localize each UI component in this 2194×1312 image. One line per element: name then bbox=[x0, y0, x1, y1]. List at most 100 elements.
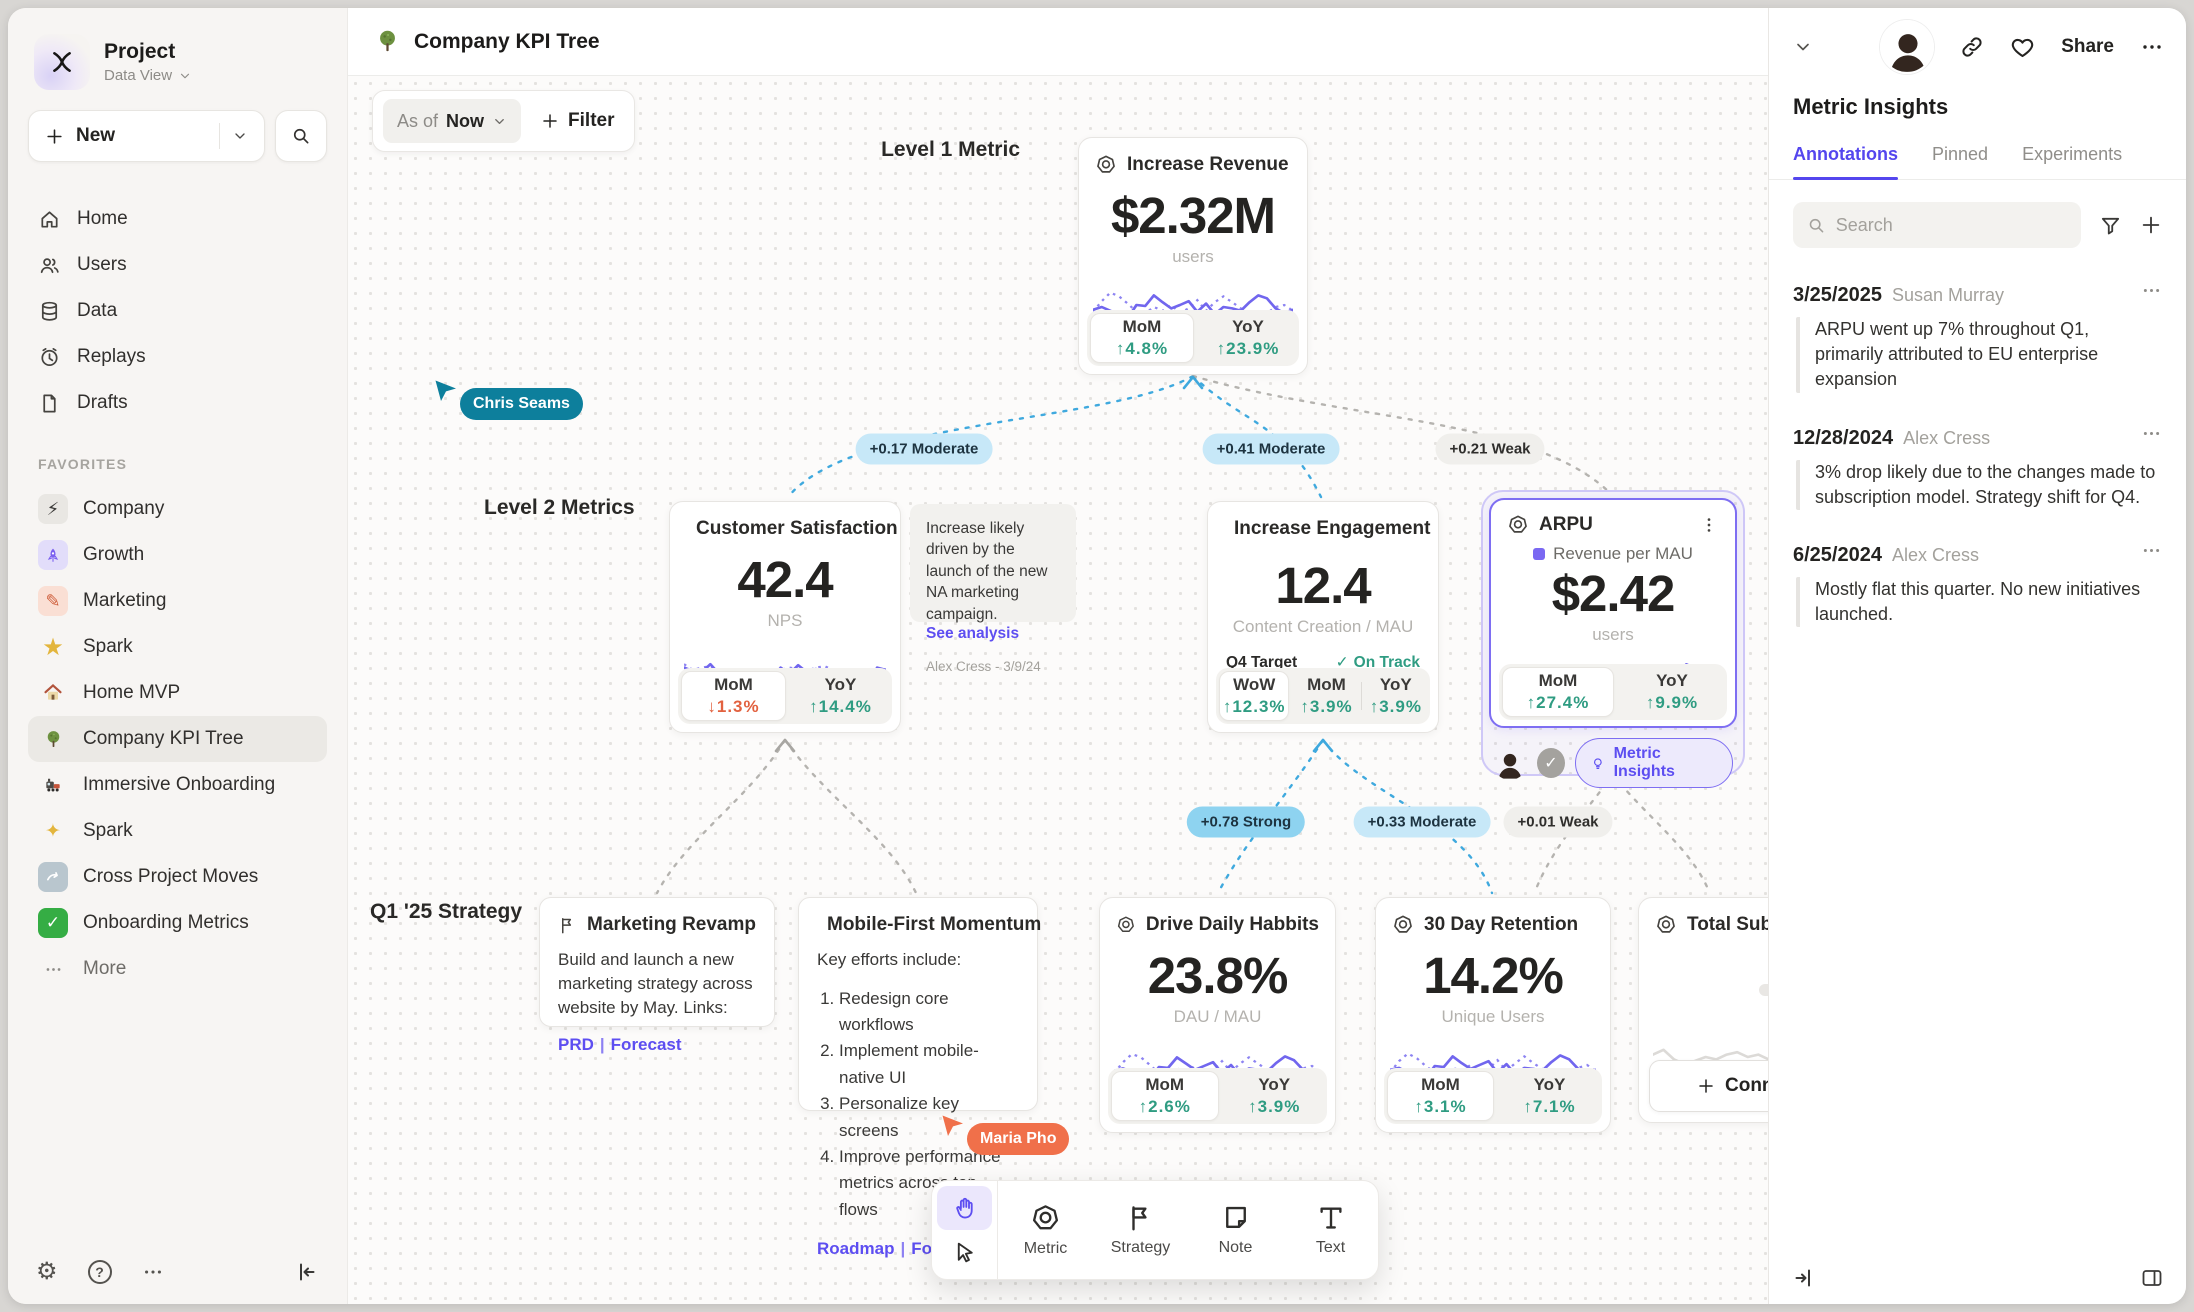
sidebar-item-label: Onboarding Metrics bbox=[83, 912, 249, 934]
connect-button[interactable]: Connect bbox=[1649, 1060, 1768, 1112]
more-options-icon[interactable] bbox=[142, 1261, 164, 1283]
metric-tool-button[interactable]: Metric bbox=[998, 1181, 1093, 1279]
collapse-panel-icon[interactable] bbox=[1791, 1266, 1815, 1290]
hand-tool-button[interactable] bbox=[937, 1186, 992, 1230]
annotations-list: 3/25/2025 Susan Murray ARPU went up 7% t… bbox=[1769, 256, 2186, 657]
sidebar-search-button[interactable] bbox=[275, 110, 327, 162]
user-avatar[interactable] bbox=[1880, 20, 1934, 74]
analysis-note[interactable]: Increase likely driven by the launch of … bbox=[910, 504, 1076, 622]
sidebar-item-replays[interactable]: Replays bbox=[28, 334, 327, 380]
filter-button[interactable]: Filter bbox=[541, 110, 614, 132]
sidebar-item-company-kpi-tree[interactable]: Company KPI Tree bbox=[28, 716, 327, 762]
sidebar-item-company[interactable]: ⚡ Company bbox=[28, 486, 327, 532]
workspace-view-switcher[interactable]: Data View bbox=[104, 67, 192, 84]
share-button[interactable]: Share bbox=[2061, 36, 2114, 58]
strategy-card-mobile-first-momentum[interactable]: Mobile-First Momentum Key efforts includ… bbox=[798, 897, 1038, 1111]
note-tool-button[interactable]: Note bbox=[1188, 1181, 1283, 1279]
add-annotation-icon[interactable] bbox=[2140, 214, 2162, 236]
text-tool-button[interactable]: Text bbox=[1283, 1181, 1378, 1279]
settings-gear-icon[interactable]: ⚙ bbox=[36, 1257, 58, 1286]
sidebar-item-growth[interactable]: Growth bbox=[28, 532, 327, 578]
search-input[interactable] bbox=[1836, 215, 2067, 236]
correlation-pill[interactable]: +0.17 Moderate bbox=[856, 434, 993, 465]
collaborator-cursor-maria: Maria Pho bbox=[941, 1114, 965, 1143]
forecast-link[interactable]: Forecast bbox=[611, 1035, 682, 1054]
annotation-item[interactable]: 6/25/2024 Alex Cress Mostly flat this qu… bbox=[1793, 540, 2162, 627]
sidebar-item-label: Spark bbox=[83, 636, 133, 658]
correlation-pill[interactable]: +0.41 Moderate bbox=[1203, 434, 1340, 465]
stat-value: ↑14.4% bbox=[809, 697, 872, 717]
sidebar-item-users[interactable]: Users bbox=[28, 242, 327, 288]
correlation-pill[interactable]: +0.78 Strong bbox=[1187, 807, 1305, 838]
copy-link-icon[interactable] bbox=[1960, 35, 1984, 59]
see-analysis-link[interactable]: See analysis bbox=[926, 625, 1060, 643]
panel-layout-icon[interactable] bbox=[2140, 1266, 2164, 1290]
metric-card-increase-revenue[interactable]: Increase Revenue $2.32M users MoM ↑4.8% … bbox=[1078, 137, 1308, 375]
stat-yoy: YoY ↑14.4% bbox=[789, 668, 892, 724]
annotation-item[interactable]: 12/28/2024 Alex Cress 3% drop likely due… bbox=[1793, 423, 2162, 510]
tab-pinned[interactable]: Pinned bbox=[1932, 144, 1988, 179]
collaborator-name-tag: Maria Pho bbox=[967, 1123, 1069, 1155]
metric-card-total-subscriptions[interactable]: Total Subscript Connect bbox=[1638, 897, 1768, 1123]
annotation-menu-icon[interactable] bbox=[2141, 423, 2162, 444]
sidebar-item-more[interactable]: More bbox=[28, 946, 327, 992]
search-field[interactable] bbox=[1793, 202, 2081, 248]
metric-unit: NPS bbox=[684, 611, 886, 631]
correlation-pill[interactable]: +0.21 Weak bbox=[1435, 434, 1544, 465]
collapse-sidebar-icon[interactable] bbox=[295, 1260, 319, 1284]
metric-stats: MoM ↑27.4% YoY ↑9.9% bbox=[1499, 664, 1727, 720]
chevron-down-icon[interactable] bbox=[232, 128, 248, 144]
more-options-icon[interactable] bbox=[2140, 35, 2164, 59]
sidebar-item-spark-2[interactable]: ✦ Spark bbox=[28, 808, 327, 854]
link-separator: | bbox=[600, 1035, 605, 1054]
sidebar-item-home-mvp[interactable]: Home MVP bbox=[28, 670, 327, 716]
kebab-menu-icon[interactable] bbox=[1699, 515, 1719, 535]
metric-insights-button[interactable]: Metric Insights bbox=[1575, 738, 1733, 788]
sidebar-item-onboarding-metrics[interactable]: ✓ Onboarding Metrics bbox=[28, 900, 327, 946]
tab-annotations[interactable]: Annotations bbox=[1793, 144, 1898, 179]
metric-card-increase-engagement[interactable]: Increase Engagement 12.4 Content Creatio… bbox=[1207, 501, 1439, 733]
kpi-tree-canvas[interactable]: As of Now Filter Level 1 Metric Level 2 … bbox=[348, 76, 1768, 1304]
workspace-name: Project bbox=[104, 40, 192, 64]
strategy-tool-button[interactable]: Strategy bbox=[1093, 1181, 1188, 1279]
metric-card-arpu[interactable]: ARPU Revenue per MAU $2.42 users MoM bbox=[1489, 498, 1737, 728]
sidebar-item-data[interactable]: Data bbox=[28, 288, 327, 334]
stat-label: MoM bbox=[714, 675, 753, 695]
chevron-down-icon[interactable] bbox=[1793, 37, 1813, 57]
sidebar-item-cross-project-moves[interactable]: Cross Project Moves bbox=[28, 854, 327, 900]
workspace-switcher[interactable]: Project Data View bbox=[28, 30, 327, 110]
correlation-pill[interactable]: +0.01 Weak bbox=[1503, 807, 1612, 838]
strategy-card-marketing-revamp[interactable]: Marketing Revamp Build and launch a new … bbox=[539, 897, 775, 1027]
stat-mom: MoM ↓1.3% bbox=[681, 671, 786, 721]
stat-mom: MoM ↑3.9% bbox=[1292, 668, 1360, 724]
sidebar-item-immersive-onboarding[interactable]: Immersive Onboarding bbox=[28, 762, 327, 808]
sidebar-item-label: More bbox=[83, 958, 126, 980]
favorite-heart-icon[interactable] bbox=[2010, 35, 2035, 60]
strategy-label: Q1 '25 Strategy bbox=[370, 900, 522, 924]
tab-experiments[interactable]: Experiments bbox=[2022, 144, 2122, 179]
metric-card-drive-daily-habbits[interactable]: Drive Daily Habbits 23.8% DAU / MAU MoM … bbox=[1099, 897, 1336, 1133]
metric-card-30-day-retention[interactable]: 30 Day Retention 14.2% Unique Users MoM … bbox=[1375, 897, 1611, 1133]
home-icon bbox=[38, 208, 61, 231]
filter-funnel-icon[interactable] bbox=[2099, 214, 2122, 237]
help-icon[interactable] bbox=[88, 1260, 112, 1284]
sidebar-item-drafts[interactable]: Drafts bbox=[28, 380, 327, 426]
new-button[interactable]: New bbox=[28, 110, 265, 162]
roadmap-link[interactable]: Roadmap bbox=[817, 1239, 894, 1258]
stat-value: ↑3.9% bbox=[1300, 697, 1352, 717]
as-of-dropdown[interactable]: As of Now bbox=[383, 99, 521, 143]
metric-card-arpu-selection-ring[interactable]: ARPU Revenue per MAU $2.42 users MoM bbox=[1481, 490, 1745, 776]
stat-label: MoM bbox=[1123, 317, 1162, 337]
plus-icon bbox=[45, 127, 64, 146]
sidebar-item-spark[interactable]: ★ Spark bbox=[28, 624, 327, 670]
metric-card-customer-satisfaction[interactable]: Customer Satisfaction 42.4 NPS MoM ↓1.3%… bbox=[669, 501, 901, 733]
annotation-menu-icon[interactable] bbox=[2141, 280, 2162, 301]
prd-link[interactable]: PRD bbox=[558, 1035, 594, 1054]
annotation-item[interactable]: 3/25/2025 Susan Murray ARPU went up 7% t… bbox=[1793, 280, 2162, 393]
correlation-pill[interactable]: +0.33 Moderate bbox=[1354, 807, 1491, 838]
select-tool-button[interactable] bbox=[937, 1230, 992, 1274]
sidebar-item-home[interactable]: Home bbox=[28, 196, 327, 242]
list-item: Implement mobile-native UI bbox=[839, 1038, 1019, 1091]
annotation-menu-icon[interactable] bbox=[2141, 540, 2162, 561]
sidebar-item-marketing[interactable]: ✎ Marketing bbox=[28, 578, 327, 624]
